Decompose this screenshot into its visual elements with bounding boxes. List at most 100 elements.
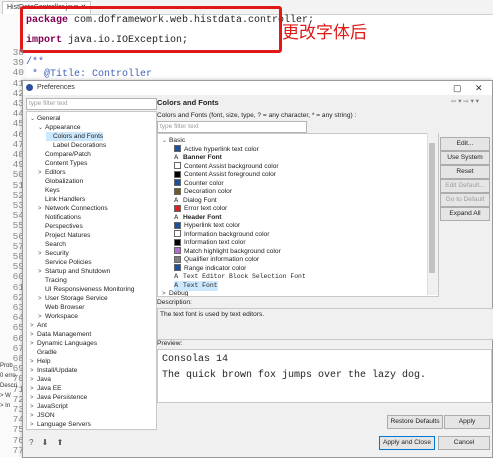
tree-item[interactable]: >Maven <box>30 429 57 430</box>
edit-button[interactable]: Edit... <box>440 137 490 151</box>
tree-item-label: Startup and Shutdown <box>45 268 111 275</box>
go-to-default-button[interactable]: Go to Default <box>440 193 490 207</box>
preview-sample-text: The quick brown fox jumps over the lazy … <box>162 370 427 381</box>
apply-button[interactable]: Apply <box>444 415 490 429</box>
list-filter-input[interactable]: type filter text <box>157 121 307 133</box>
use-system-font-button[interactable]: Use System Font <box>440 151 490 173</box>
tree-item[interactable]: Gradle <box>30 348 57 357</box>
color-swatch-icon <box>174 264 181 272</box>
tree-item-label: Link Handlers <box>45 196 86 203</box>
tree-item[interactable]: Content Types <box>38 159 87 168</box>
close-icon[interactable]: ✕ <box>475 82 483 94</box>
tree-item[interactable]: Colors and Fonts <box>46 132 104 141</box>
font-change-annotation: 更改字体后 <box>282 23 367 42</box>
eclipse-logo-icon <box>26 84 33 91</box>
list-item-label: Header Font <box>183 213 222 221</box>
list-item-label: Content Assist foreground color <box>184 171 276 178</box>
tree-item-label: Globalization <box>45 178 84 185</box>
tree-item-label: Web Browser <box>45 304 85 311</box>
reset-button[interactable]: Reset <box>440 165 490 179</box>
list-item[interactable]: > Debug <box>162 289 188 296</box>
list-scrollbar-thumb[interactable] <box>429 143 435 273</box>
colors-fonts-list: ⌄ Basic Active hyperlink text color A Banner… <box>157 133 439 297</box>
maximize-icon[interactable]: ▢ <box>453 82 462 94</box>
tree-item[interactable]: Search <box>38 240 66 249</box>
description-text: The text font is used by text editors. <box>157 308 493 340</box>
tree-item-label: Editors <box>45 169 66 176</box>
tree-item-label: Keys <box>45 187 60 194</box>
tree-item[interactable]: Compare/Patch <box>38 150 91 159</box>
color-swatch-icon <box>174 145 181 153</box>
preview-box: Consolas 14 The quick brown fox jumps ov… <box>157 349 492 403</box>
tree-item-label: JavaScript <box>37 403 68 410</box>
color-swatch-icon <box>174 162 181 170</box>
tree-item[interactable]: Service Policies <box>38 258 92 267</box>
bottom-icons[interactable]: ? ⬇ ⬆ <box>29 438 66 447</box>
problems-strip-item: Descri <box>0 383 18 389</box>
expanded-arrow-icon[interactable]: ⌄ <box>30 115 37 124</box>
tree-item[interactable]: Web Browser <box>38 303 84 312</box>
tree-item-label: Ant <box>37 322 47 329</box>
tree-item-label: Content Types <box>45 160 88 167</box>
color-swatch-icon <box>174 204 181 212</box>
tree-item[interactable]: Project Natures <box>38 231 90 240</box>
tree-item[interactable]: UI Responsiveness Monitoring <box>38 285 134 294</box>
tree-item[interactable]: Globalization <box>38 177 83 186</box>
description-label: Description: <box>157 299 192 306</box>
colors-fonts-label: Colors and Fonts (font, size, type, ? = … <box>157 112 357 119</box>
tree-item-label: JSON <box>37 412 55 419</box>
list-item-label: Banner Font <box>183 154 222 161</box>
problems-strip-item: 0 erro <box>0 373 16 379</box>
comment-title-line: * @Title: Controller <box>26 69 153 80</box>
expand-all-button[interactable]: Expand All <box>440 207 490 221</box>
cancel-button[interactable]: Cancel <box>438 436 490 450</box>
tree-item[interactable]: Tracing <box>38 276 67 285</box>
tree-item-label: UI Responsiveness Monitoring <box>45 286 135 293</box>
tree-item-label: Appearance <box>45 124 81 131</box>
expanded-arrow-icon[interactable]: ⌄ <box>38 124 45 133</box>
tree-item[interactable]: Perspectives <box>38 222 83 231</box>
list-item-label: Error text color <box>184 205 228 212</box>
tree-item[interactable]: Keys <box>38 186 60 195</box>
tree-item-label: Dynamic Languages <box>37 340 98 347</box>
tree-item-label: Install/Update <box>37 367 78 374</box>
apply-and-close-button[interactable]: Apply and Close <box>379 436 435 450</box>
list-item-label: Hyperlink text color <box>184 222 241 229</box>
tree-filter-input[interactable]: type filter text <box>26 98 157 110</box>
tree-item-label: Help <box>37 358 51 365</box>
tree-item[interactable]: Label Decorations <box>46 141 106 150</box>
color-swatch-icon <box>174 247 181 255</box>
tree-item[interactable]: Link Handlers <box>38 195 85 204</box>
color-swatch-icon <box>174 238 181 246</box>
expanded-arrow-icon[interactable]: ⌄ <box>162 137 169 146</box>
list-item-label: Dialog Font <box>183 196 217 204</box>
preview-label: Preview: <box>157 340 183 347</box>
problems-strip-item: > In <box>0 403 11 409</box>
line-number: 77 <box>12 444 24 456</box>
tree-item-label: User Storage Service <box>45 295 108 302</box>
tree-item-label: Java <box>37 376 51 383</box>
tree-item[interactable]: Notifications <box>38 213 81 222</box>
color-swatch-icon <box>174 255 181 263</box>
list-item-label: Decoration color <box>184 188 233 195</box>
collapsed-arrow-icon[interactable]: > <box>162 290 169 296</box>
page-title: Colors and Fonts <box>157 98 219 107</box>
tree-item-label: Perspectives <box>45 223 83 230</box>
list-item-label: Information background color <box>184 230 270 238</box>
tree-item-label: Gradle <box>37 349 57 356</box>
list-item-label: Content Assist background color <box>184 162 279 170</box>
tree-item-label: Data Management <box>37 331 92 338</box>
color-swatch-icon <box>174 187 181 195</box>
tree-item-label: Project Natures <box>45 232 91 239</box>
color-swatch-icon <box>174 170 181 178</box>
nav-history-buttons[interactable]: ⇦ ▾ ⇨ ▾ ▾ <box>451 97 479 105</box>
list-item-label: Match highlight background color <box>184 247 281 255</box>
restore-defaults-button[interactable]: Restore Defaults <box>387 415 443 429</box>
list-item-label: Basic <box>169 137 186 144</box>
highlight-box <box>20 6 282 53</box>
tree-item-label: Tracing <box>45 277 67 284</box>
edit-default-button[interactable]: Edit Default... <box>440 179 490 193</box>
list-item-label: Counter color <box>184 179 224 187</box>
list-item-label: Active hyperlink text color <box>184 145 259 153</box>
list-item-label: Text Editor Block Selection Font <box>183 273 306 280</box>
